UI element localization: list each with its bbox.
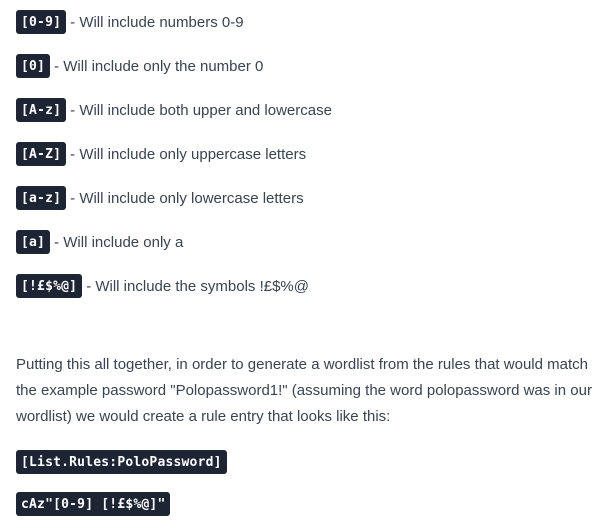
rule-description-text: Will include only a bbox=[63, 233, 184, 251]
explanation-paragraph: Putting this all together, in order to g… bbox=[16, 356, 592, 425]
rules-header-code: [List.Rules:PoloPassword] bbox=[16, 450, 227, 474]
rule-separator: - bbox=[70, 13, 76, 31]
rule-description: - Will include numbers 0-9 bbox=[70, 14, 243, 31]
rule-item-numbers: [0-9] - Will include numbers 0-9 bbox=[16, 0, 602, 44]
rule-code: [A-Z] bbox=[16, 142, 67, 166]
rule-list: [0-9] - Will include numbers 0-9 [0] - W… bbox=[16, 0, 602, 308]
rule-description-text: Will include numbers 0-9 bbox=[79, 13, 244, 31]
rule-separator: - bbox=[86, 277, 92, 295]
rule-item-uppercase: [A-Z] - Will include only uppercase lett… bbox=[16, 132, 602, 176]
document-body: [0-9] - Will include numbers 0-9 [0] - W… bbox=[16, 0, 602, 516]
rule-code: [A-z] bbox=[16, 98, 67, 122]
rule-description-text: Will include both upper and lowercase bbox=[79, 101, 332, 119]
rule-code: [!£$%@] bbox=[16, 274, 83, 298]
rule-description-text: Will include only the number 0 bbox=[63, 57, 264, 75]
rule-item-lowercase: [a-z] - Will include only lowercase lett… bbox=[16, 176, 602, 220]
rule-description-text: Will include the symbols !£$%@ bbox=[95, 277, 309, 295]
rule-item-zero: [0] - Will include only the number 0 bbox=[16, 44, 602, 88]
rule-description-text: Will include only lowercase letters bbox=[79, 189, 304, 207]
rule-description: - Will include only a bbox=[54, 234, 183, 251]
rule-separator: - bbox=[70, 145, 76, 163]
rule-item-symbols: [!£$%@] - Will include the symbols !£$%@ bbox=[16, 264, 602, 308]
rule-code: [0-9] bbox=[16, 10, 67, 34]
rule-separator: - bbox=[54, 233, 60, 251]
rule-code: [a] bbox=[16, 230, 51, 254]
rule-description: - Will include both upper and lowercase bbox=[70, 102, 332, 119]
rule-separator: - bbox=[70, 189, 76, 207]
rule-code: [a-z] bbox=[16, 186, 67, 210]
rule-code: [0] bbox=[16, 54, 51, 78]
rule-separator: - bbox=[70, 101, 76, 119]
rule-description: - Will include only lowercase letters bbox=[70, 190, 303, 207]
rule-separator: - bbox=[54, 57, 60, 75]
rule-description: - Will include only uppercase letters bbox=[70, 146, 306, 163]
rule-item-mixed-case: [A-z] - Will include both upper and lowe… bbox=[16, 88, 602, 132]
rule-entry-code: cAz"[0-9] [!£$%@]" bbox=[16, 492, 171, 516]
rule-item-letter-a: [a] - Will include only a bbox=[16, 220, 602, 264]
rule-description: - Will include only the number 0 bbox=[54, 58, 263, 75]
rule-description-text: Will include only uppercase letters bbox=[79, 145, 307, 163]
rule-description: - Will include the symbols !£$%@ bbox=[86, 278, 309, 295]
